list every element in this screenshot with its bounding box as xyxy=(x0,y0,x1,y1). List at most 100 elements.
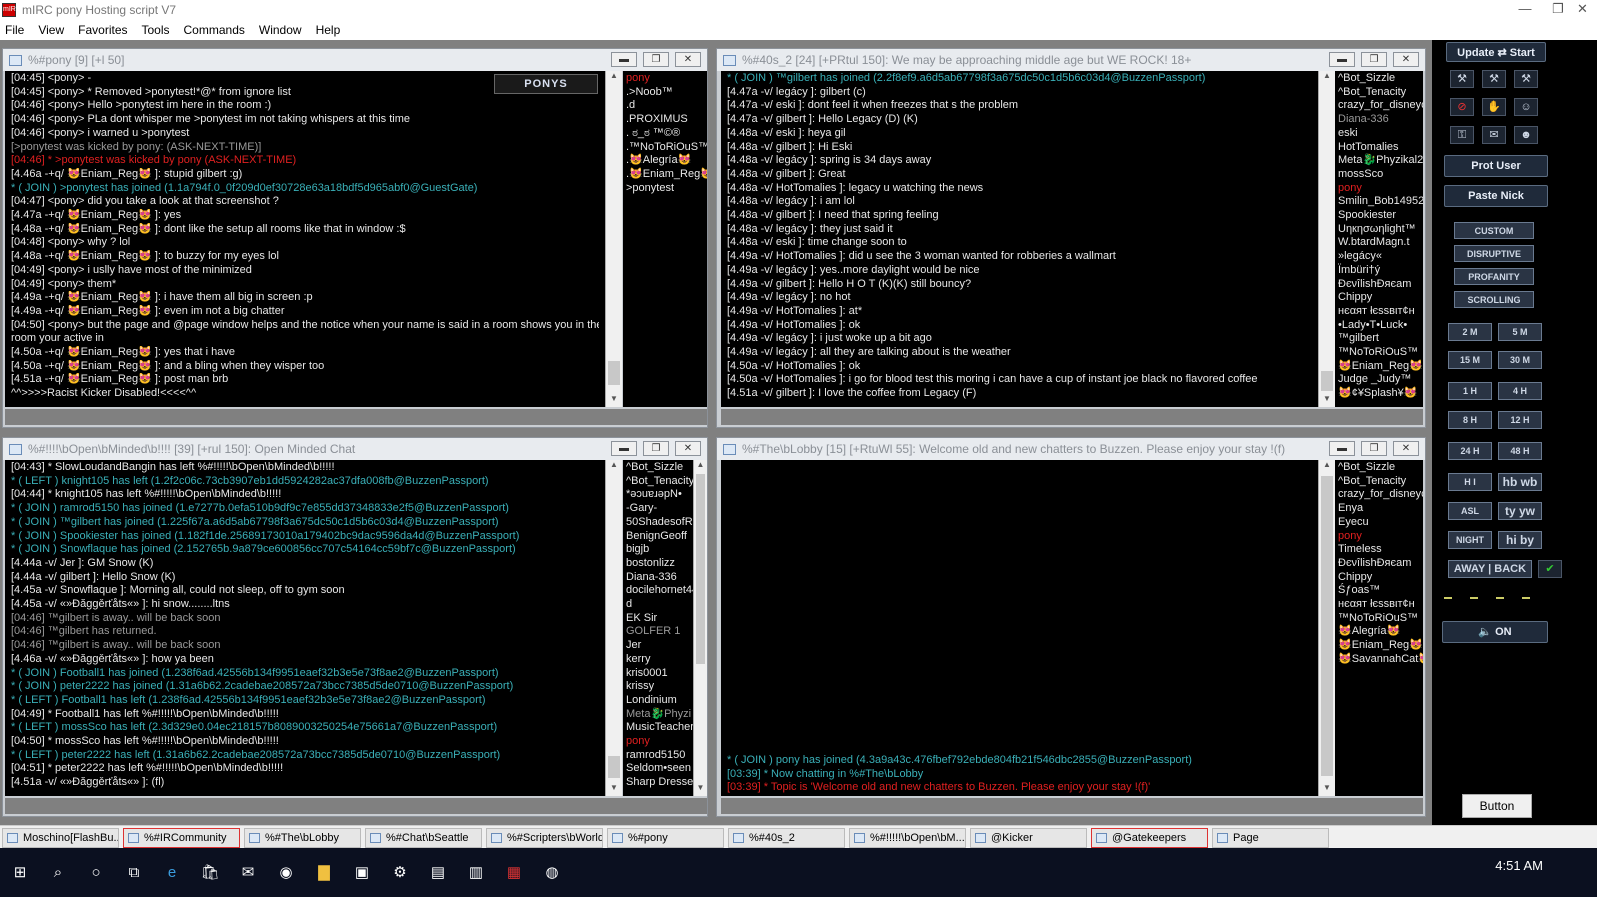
scroll-up-icon[interactable]: ▲ xyxy=(694,460,707,473)
greet-hb-wb-button[interactable]: hb wb xyxy=(1498,473,1542,491)
nick-item[interactable]: .>Noob™ xyxy=(626,86,704,100)
ban-icon[interactable]: ⚒ xyxy=(1482,70,1506,88)
nick-item[interactable]: Timeless xyxy=(1338,543,1420,557)
scroll-down-icon[interactable]: ▼ xyxy=(694,783,707,796)
chat-scrollbar[interactable]: ▲ ▼ xyxy=(605,460,622,796)
switchbar-item[interactable]: Moschino[FlashBu... xyxy=(2,828,119,848)
nick-item[interactable]: mossSco xyxy=(1338,168,1420,182)
time-12h-button[interactable]: 12 H xyxy=(1498,411,1542,429)
prot-user-button[interactable]: Prot User xyxy=(1444,155,1548,177)
nick-list[interactable]: ^Bot_Sizzle ^Bot_Tenacity crazy_for_disney… xyxy=(1335,71,1423,407)
nick-item[interactable]: 😻¢¥Splash¥😻 xyxy=(1338,387,1420,401)
menu-tools[interactable]: Tools xyxy=(142,23,170,37)
time-1h-button[interactable]: 1 H xyxy=(1448,382,1492,400)
chat-scrollbar[interactable]: ▲ ▼ xyxy=(1318,460,1335,796)
running-app-icon[interactable]: ◍ xyxy=(534,858,570,888)
scroll-down-icon[interactable]: ▼ xyxy=(606,394,622,407)
hand-icon[interactable]: ✋ xyxy=(1482,98,1506,116)
chat-icon[interactable]: ✉ xyxy=(1482,126,1506,144)
nick-item[interactable]: Chippy xyxy=(1338,571,1420,585)
chat-scrollbar[interactable]: ▲ ▼ xyxy=(1318,71,1335,407)
menu-view[interactable]: View xyxy=(38,23,64,37)
scroll-up-icon[interactable]: ▲ xyxy=(606,71,622,84)
time-8h-button[interactable]: 8 H xyxy=(1448,411,1492,429)
nick-item[interactable]: docilehornet44 xyxy=(626,584,693,598)
input-bar[interactable] xyxy=(5,409,707,425)
ponys-button[interactable]: PONYS xyxy=(494,74,598,94)
nick-item[interactable]: Spookiester xyxy=(1338,209,1420,223)
close-window-button[interactable]: ✕ xyxy=(1568,0,1597,20)
nick-item[interactable]: Ïmbüri†ý xyxy=(1338,264,1420,278)
kick-icon[interactable]: ⚒ xyxy=(1450,70,1474,88)
nick-item[interactable]: crazy_for_disneyc xyxy=(1338,99,1423,113)
switchbar-item[interactable]: %#40s_2 xyxy=(728,828,845,848)
nick-item[interactable]: 😻Alegría😻 xyxy=(1338,625,1420,639)
scroll-up-icon[interactable]: ▲ xyxy=(606,460,622,473)
nick-item[interactable]: krissy xyxy=(626,680,690,694)
switchbar-item[interactable]: @Kicker xyxy=(970,828,1087,848)
nick-item[interactable]: kris0001 xyxy=(626,667,690,681)
nick-item[interactable]: Londinium xyxy=(626,694,690,708)
nick-item[interactable]: нєαят łєssвιт¢н xyxy=(1338,598,1420,612)
nick-item[interactable]: .😻Alegría😻 xyxy=(626,154,704,168)
user-icon[interactable]: ☺ xyxy=(1514,98,1538,116)
restore-button[interactable]: ❐ xyxy=(1361,52,1387,67)
nick-item[interactable]: Uηкησωηlight™ xyxy=(1338,223,1420,237)
mirc-taskbar-icon[interactable]: ▦ xyxy=(496,858,532,888)
greet-hi-button[interactable]: H I xyxy=(1448,473,1492,491)
nick-item[interactable]: Smilin_Bob14952 xyxy=(1338,195,1423,209)
nick-item[interactable]: EK Sir xyxy=(626,612,690,626)
switchbar-item[interactable]: %#Chat\bSeattle xyxy=(365,828,482,848)
nick-item[interactable]: ™NoToRiOuS™ xyxy=(1338,346,1420,360)
cortana-icon[interactable]: ○ xyxy=(78,858,114,888)
task-view-icon[interactable]: ⧉ xyxy=(116,858,152,888)
nick-item[interactable]: Meta🐉Phyzikal2 xyxy=(1338,154,1423,168)
switchbar-item[interactable]: @Gatekeepers xyxy=(1091,828,1208,848)
close-button[interactable]: ✕ xyxy=(675,52,701,67)
time-24h-button[interactable]: 24 H xyxy=(1448,442,1492,460)
menu-file[interactable]: File xyxy=(5,23,24,37)
nick-item[interactable]: eski xyxy=(1338,127,1420,141)
block-icon[interactable]: ⊘ xyxy=(1450,98,1474,116)
close-button[interactable]: ✕ xyxy=(1393,52,1419,67)
input-bar[interactable] xyxy=(5,798,707,814)
nick-item[interactable]: 😻Eniam_Reg😻 xyxy=(1338,639,1423,653)
switchbar-item[interactable]: Page xyxy=(1212,828,1329,848)
search-icon[interactable]: ⌕ xyxy=(40,858,76,888)
nick-item[interactable]: GOLFER 1 xyxy=(626,625,690,639)
nick-item[interactable]: . ಠ_ಠ ™©® xyxy=(626,127,704,141)
users-icon[interactable]: ☻ xyxy=(1514,126,1538,144)
nick-item[interactable]: pony xyxy=(626,735,690,749)
nick-item[interactable]: MusicTeacher xyxy=(626,721,693,735)
nick-item[interactable]: ^Bot_Sizzle xyxy=(1338,72,1420,86)
nick-list[interactable]: pony .>Noob™ .d .PROXIMUS. ಠ_ಠ ™©® .™NoToRiO… xyxy=(623,71,707,407)
disruptive-kicker-button[interactable]: DISRUPTIVE xyxy=(1454,245,1534,262)
nick-item[interactable]: ™gilbert xyxy=(1338,332,1420,346)
edge-icon[interactable]: e xyxy=(154,858,190,888)
nick-item[interactable]: Seldom•seen xyxy=(626,762,691,776)
time-5m-button[interactable]: 5 M xyxy=(1498,323,1542,341)
scroll-down-icon[interactable]: ▼ xyxy=(606,783,622,796)
switchbar-item[interactable]: %#IRCommunity xyxy=(123,828,240,848)
input-bar[interactable] xyxy=(721,798,1423,814)
nick-item[interactable]: ^Bot_Tenacity xyxy=(1338,475,1420,489)
mail-icon[interactable]: ✉ xyxy=(230,858,266,888)
nick-item[interactable]: HotTomalies xyxy=(1338,141,1420,155)
nick-item[interactable]: •Lady•T•Luck• xyxy=(1338,319,1420,333)
nick-item[interactable]: Sharp Dressed xyxy=(626,776,693,790)
nick-item[interactable]: ^Bot_Tenacity xyxy=(1338,86,1420,100)
check-icon[interactable]: ✔ xyxy=(1538,560,1562,578)
chat-scrollbar[interactable]: ▲ ▼ xyxy=(605,71,622,407)
menu-favorites[interactable]: Favorites xyxy=(78,23,127,37)
nick-item[interactable]: .d xyxy=(626,99,704,113)
nick-item[interactable]: 😻Eniam_Reg😻 xyxy=(1338,360,1423,374)
generic-button[interactable]: Button xyxy=(1462,794,1532,818)
nick-item[interactable]: .😻Eniam_Reg😻 xyxy=(626,168,707,182)
maximize-window-button[interactable]: ❐ xyxy=(1548,0,1568,20)
close-button[interactable]: ✕ xyxy=(1393,441,1419,456)
menu-window[interactable]: Window xyxy=(259,23,302,37)
custom-kicker-button[interactable]: CUSTOM xyxy=(1454,222,1534,239)
app-icon[interactable]: ◉ xyxy=(268,858,304,888)
nick-item[interactable]: Diana-336 xyxy=(626,571,690,585)
nick-item[interactable]: ^Bot_Tenacity xyxy=(626,475,693,489)
